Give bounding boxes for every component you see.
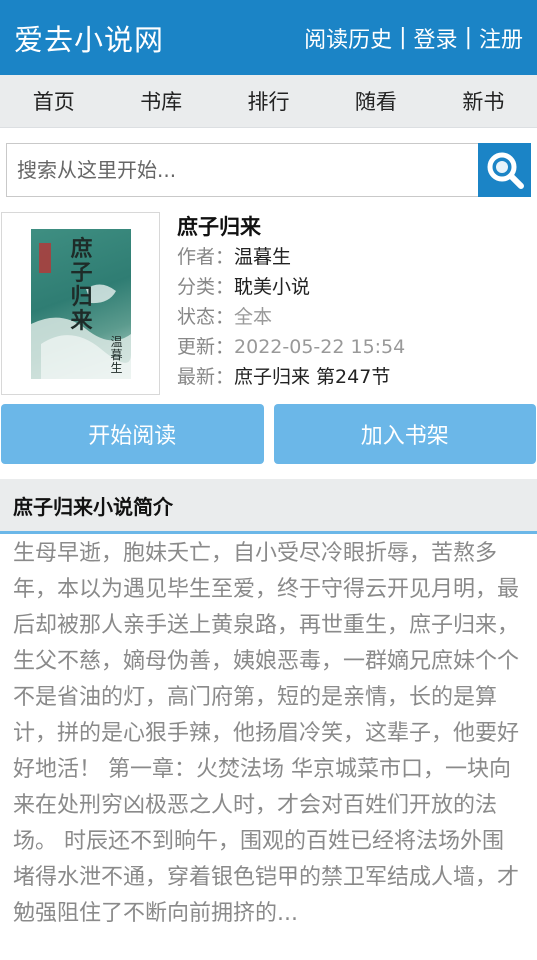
updated-value: 2022-05-22 15:54 <box>234 336 406 358</box>
search-button[interactable] <box>478 143 531 197</box>
book-actions: 开始阅读 加入书架 <box>0 404 537 464</box>
book-meta: 庶子归来 作者：温暮生 分类：耽美小说 状态：全本 更新：2022-05-22 … <box>177 212 405 395</box>
category-row: 分类：耽美小说 <box>177 272 405 302</box>
intro-heading: 庶子归来小说简介 <box>0 479 537 534</box>
book-info-section: 庶子归来 温暮生 庶子归来 作者：温暮生 分类：耽美小说 状态：全本 更新：20… <box>0 212 537 395</box>
author-value[interactable]: 温暮生 <box>234 246 291 268</box>
category-label: 分类： <box>177 276 235 298</box>
status-value: 全本 <box>234 306 273 328</box>
reading-history-link[interactable]: 阅读历史 <box>304 22 392 54</box>
status-label: 状态： <box>177 306 235 328</box>
nav-item-ranking[interactable]: 排行 <box>215 86 322 116</box>
latest-chapter-link[interactable]: 庶子归来 第247节 <box>234 366 390 388</box>
nav-item-home[interactable]: 首页 <box>0 86 107 116</box>
start-reading-button[interactable]: 开始阅读 <box>1 404 264 464</box>
header-links: 阅读历史 | 登录 | 注册 <box>304 22 523 54</box>
intro-text: 生母早逝，胞妹夭亡，自小受尽冷眼折辱，苦熬多年，本以为遇见毕生至爱，终于守得云开… <box>13 541 520 926</box>
status-row: 状态：全本 <box>177 302 405 332</box>
add-to-shelf-button[interactable]: 加入书架 <box>273 404 536 464</box>
latest-row: 最新：庶子归来 第247节 <box>177 362 405 392</box>
author-label: 作者： <box>177 246 235 268</box>
separator: | <box>464 25 472 50</box>
main-nav: 首页 书库 排行 随看 新书 <box>0 75 537 128</box>
cover-title: 庶子归来 <box>70 235 93 334</box>
latest-label: 最新： <box>177 366 235 388</box>
updated-label: 更新： <box>177 336 235 358</box>
cover-image: 庶子归来 温暮生 <box>30 228 131 379</box>
separator: | <box>399 25 407 50</box>
search-bar <box>6 143 531 197</box>
book-title: 庶子归来 <box>177 215 261 239</box>
site-logo[interactable]: 爱去小说网 <box>14 17 164 59</box>
nav-item-library[interactable]: 书库 <box>107 86 214 116</box>
nav-item-random[interactable]: 随看 <box>322 86 429 116</box>
updated-row: 更新：2022-05-22 15:54 <box>177 332 405 362</box>
nav-item-new-books[interactable]: 新书 <box>430 86 537 116</box>
search-input[interactable] <box>6 143 478 197</box>
search-icon <box>487 152 524 189</box>
category-value[interactable]: 耽美小说 <box>234 276 310 298</box>
site-header: 爱去小说网 阅读历史 | 登录 | 注册 <box>0 0 537 75</box>
cover-author: 温暮生 <box>110 334 123 375</box>
register-link[interactable]: 注册 <box>479 22 523 54</box>
author-row: 作者：温暮生 <box>177 242 405 272</box>
login-link[interactable]: 登录 <box>414 22 458 54</box>
book-cover[interactable]: 庶子归来 温暮生 <box>1 212 160 395</box>
